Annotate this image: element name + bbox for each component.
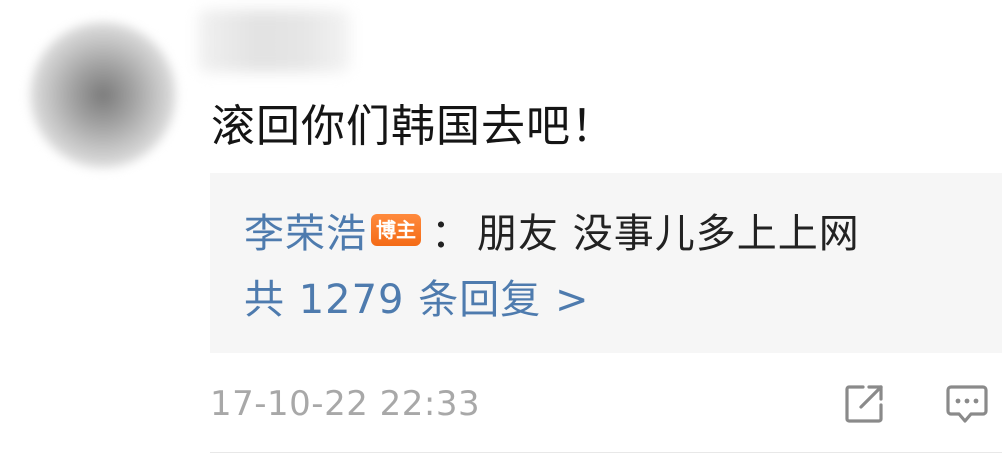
blogger-badge: 博主	[371, 214, 421, 246]
comment-timestamp: 17-10-22 22:33	[210, 384, 481, 424]
reply-author-link[interactable]: 李荣浩	[244, 201, 367, 259]
reply-colon: ：	[431, 211, 471, 257]
comment-icon[interactable]	[943, 380, 991, 428]
reply-line: 李荣浩 博主 ： 朋友 没事儿多上上网	[244, 199, 860, 261]
reply-preview-box[interactable]: 李荣浩 博主 ： 朋友 没事儿多上上网 共 1279 条回复 >	[210, 173, 1002, 353]
reply-content: 朋友 没事儿多上上网	[477, 211, 860, 257]
avatar[interactable]	[30, 22, 176, 168]
divider	[210, 452, 1002, 453]
share-icon[interactable]	[840, 380, 888, 428]
comment-text: 滚回你们韩国去吧！	[211, 101, 616, 152]
username-blurred[interactable]	[198, 10, 350, 72]
view-all-replies-link[interactable]: 共 1279 条回复 >	[244, 269, 589, 331]
